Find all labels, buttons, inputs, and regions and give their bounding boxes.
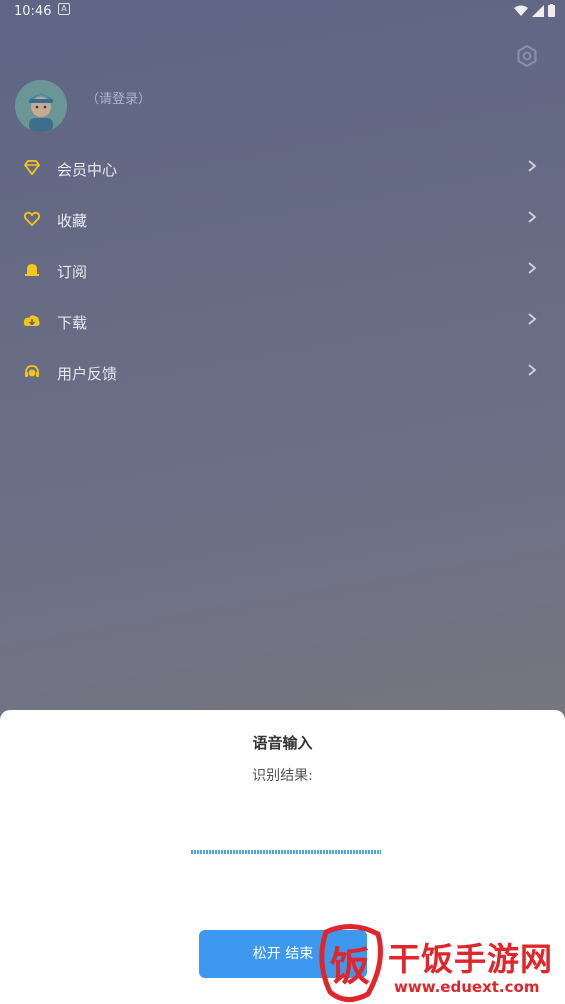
wifi-icon	[514, 5, 528, 16]
menu-label: 收藏	[57, 212, 88, 230]
bell-icon	[25, 264, 39, 276]
battery-icon	[548, 4, 555, 17]
menu-label: 用户反馈	[57, 365, 118, 383]
menu-item-favorites[interactable]: 收藏	[0, 193, 565, 244]
menu-label: 下载	[57, 314, 88, 332]
notification-a-icon: A	[58, 3, 70, 15]
chevron-right-icon	[528, 160, 537, 172]
menu-item-download[interactable]: 下载	[0, 295, 565, 346]
avatar[interactable]	[15, 80, 67, 132]
sheet-title: 语音输入	[252, 734, 313, 752]
menu-item-vip-center[interactable]: 会员中心	[0, 142, 565, 193]
watermark: 饭 干饭手游网 www.eduext.com	[316, 922, 561, 1004]
status-time: 10:46	[14, 4, 52, 19]
status-bar: 10:46 A	[0, 0, 565, 24]
user-avatar-icon	[15, 80, 67, 132]
watermark-logo-char: 饭	[330, 944, 370, 990]
menu-label: 订阅	[57, 263, 88, 281]
menu-item-subscribe[interactable]: 订阅	[0, 244, 565, 295]
voice-waveform	[191, 850, 381, 854]
login-prompt[interactable]: （请登录）	[86, 88, 151, 107]
diamond-icon	[23, 160, 41, 176]
chevron-right-icon	[528, 364, 537, 376]
download-icon	[23, 315, 40, 326]
heart-icon	[23, 211, 41, 227]
menu-label: 会员中心	[57, 161, 118, 179]
watermark-url: www.eduext.com	[394, 978, 540, 996]
signal-icon	[532, 4, 544, 17]
watermark-name: 干饭手游网	[388, 940, 554, 978]
recognition-result-label: 识别结果:	[252, 768, 313, 784]
gear-icon[interactable]	[514, 43, 540, 69]
headset-icon	[25, 365, 39, 377]
menu-item-feedback[interactable]: 用户反馈	[0, 346, 565, 397]
chevron-right-icon	[528, 262, 537, 274]
status-icons	[514, 4, 555, 17]
chevron-right-icon	[528, 211, 537, 223]
menu-list: 会员中心 收藏 订阅 下载 用户反馈	[0, 142, 565, 397]
chevron-right-icon	[528, 313, 537, 325]
watermark-logo: 饭	[319, 924, 383, 1002]
